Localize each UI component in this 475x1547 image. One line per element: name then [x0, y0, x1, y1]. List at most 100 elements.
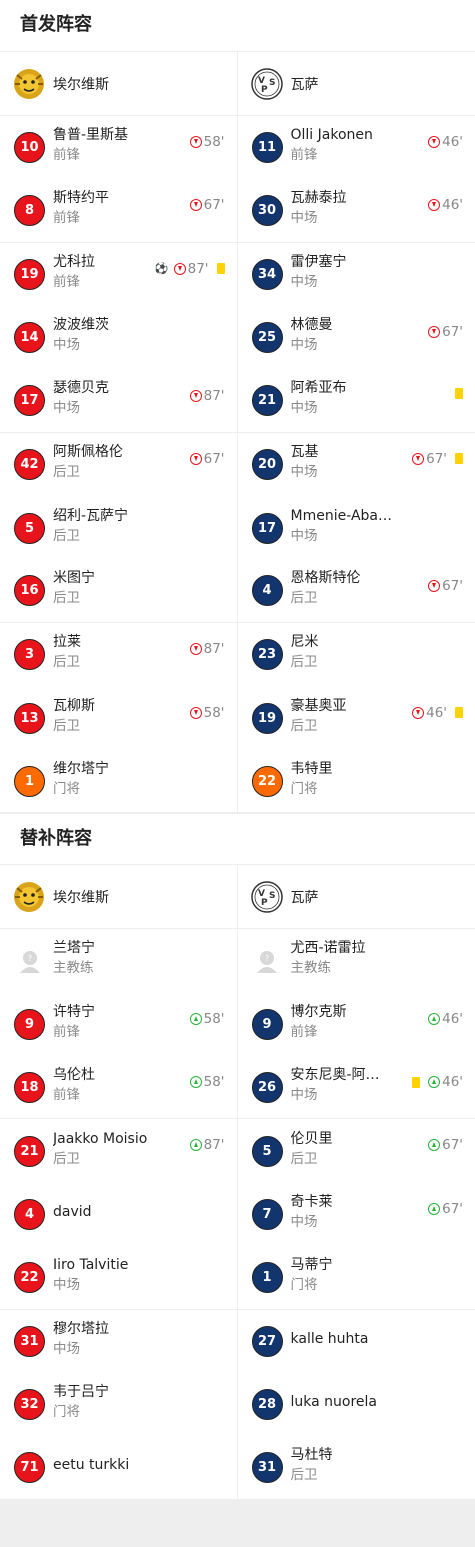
player-events: 87' — [189, 388, 225, 404]
player-row[interactable]: 8 斯特约平 前锋 67' — [0, 179, 237, 243]
coach-row[interactable]: ? 尤西-诺雷拉 主教练 — [238, 929, 475, 992]
sub-out-icon — [428, 326, 441, 339]
player-name: 博尔克斯 — [290, 1003, 347, 1020]
sub-out-minute: 67' — [203, 450, 225, 467]
player-row[interactable]: 18 乌伦杜 前锋 58' — [0, 1056, 237, 1120]
svg-text:?: ? — [27, 954, 31, 963]
player-row[interactable]: 42 阿斯佩格伦 后卫 67' — [0, 433, 237, 496]
player-position: 门将 — [53, 1404, 80, 1421]
player-row[interactable]: 4 david — [0, 1183, 237, 1246]
starting-rows: 10 鲁普-里斯基 前锋 58' 8 斯特约平 前锋 67' 19 尤科拉 前锋 ⚽ 87' 14 波波维茨… — [0, 116, 475, 814]
player-row[interactable]: 20 瓦基 中场 67' — [238, 433, 475, 496]
player-row[interactable]: 13 瓦柳斯 后卫 58' — [0, 687, 237, 750]
yellow-card-icon — [216, 263, 225, 275]
player-info: 马蒂宁 门将 — [291, 1256, 464, 1295]
player-events: 67' — [428, 1201, 463, 1217]
player-position: 中场 — [53, 1276, 80, 1293]
player-row[interactable]: 19 豪基奥亚 后卫 46' — [238, 687, 475, 750]
player-row[interactable]: 9 博尔克斯 前锋 46' — [238, 993, 475, 1056]
player-name: 韦于吕宁 — [53, 1384, 109, 1401]
home-team-header-subs[interactable]: 埃尔维斯 — [0, 865, 238, 929]
player-info: 马杜特 后卫 — [291, 1446, 464, 1485]
jersey-number: 71 — [14, 1452, 45, 1484]
player-row[interactable]: 34 雷伊塞宁 中场 — [238, 243, 475, 306]
svg-text:P: P — [261, 898, 268, 908]
player-row[interactable]: 25 林德曼 中场 67' — [238, 306, 475, 369]
player-row[interactable]: 3 拉莱 后卫 87' — [0, 623, 237, 686]
player-row[interactable]: 30 瓦赫泰拉 中场 46' — [237, 179, 475, 243]
person-placeholder-icon: ? — [14, 945, 45, 976]
player-name: 阿斯佩格伦 — [53, 444, 123, 461]
jersey-number: 19 — [251, 702, 283, 734]
player-info: 雷伊塞宁 中场 — [291, 253, 464, 292]
player-row[interactable]: 5 伦贝里 后卫 67' — [238, 1119, 475, 1182]
player-info: 米图宁 后卫 — [53, 569, 225, 608]
player-row[interactable]: 4 恩格斯特伦 后卫 67' — [237, 560, 475, 624]
player-row[interactable]: 22 韦特里 门将 — [237, 750, 475, 814]
away-team-header[interactable]: V P S 瓦萨 — [238, 52, 475, 115]
player-row[interactable]: 71 eetu turkki — [0, 1436, 237, 1500]
jersey-number: 1 — [14, 765, 45, 797]
jersey-number: 17 — [251, 512, 283, 544]
player-row[interactable]: 21 Jaakko Moisio 后卫 87' — [0, 1119, 237, 1182]
jersey-number: 22 — [14, 1261, 45, 1293]
jersey-number: 16 — [14, 575, 45, 607]
sub-out-icon — [189, 706, 202, 719]
svg-text:S: S — [269, 78, 275, 88]
sub-in-minute: 46' — [442, 1010, 463, 1027]
jersey-number: 19 — [14, 258, 45, 290]
player-row[interactable]: 7 奇卡莱 中场 67' — [238, 1183, 475, 1246]
home-team-header[interactable]: 埃尔维斯 — [0, 52, 238, 115]
player-info: 维尔塔宁 门将 — [53, 760, 225, 799]
sub-out-minute: 58' — [203, 704, 225, 721]
subs-rows: ? 兰塔宁 主教练 9 许特宁 前锋 58' 18 乌伦杜 前锋 58' 21 Jaakko Moisi… — [0, 929, 475, 1500]
sub-in-icon — [428, 1202, 441, 1215]
player-position: 后卫 — [290, 1467, 318, 1484]
player-name: 伦贝里 — [290, 1130, 333, 1147]
player-row[interactable]: 16 米图宁 后卫 — [0, 560, 237, 624]
player-name: Mmenie-Aba… — [290, 507, 393, 524]
sub-out-minute: 46' — [442, 197, 463, 214]
player-row[interactable]: 9 许特宁 前锋 58' — [0, 993, 237, 1056]
player-row[interactable]: 21 阿希亚布 中场 — [237, 370, 475, 433]
player-row[interactable]: 10 鲁普-里斯基 前锋 58' — [0, 116, 237, 179]
player-row[interactable]: 1 马蒂宁 门将 — [237, 1246, 475, 1310]
player-name: 斯特约平 — [53, 190, 109, 207]
player-name: 马蒂宁 — [290, 1256, 333, 1273]
player-row[interactable]: 17 瑟德贝克 中场 87' — [0, 370, 237, 433]
player-events: 46' — [412, 1074, 463, 1090]
player-name: 马杜特 — [290, 1447, 333, 1464]
player-events — [449, 387, 463, 399]
sub-out-minute: 67' — [203, 197, 225, 214]
player-row[interactable]: 23 尼米 后卫 — [238, 623, 475, 686]
player-position: 门将 — [290, 780, 318, 797]
player-position: 后卫 — [53, 590, 80, 607]
away-team-name-subs: 瓦萨 — [290, 889, 319, 906]
player-name: 穆尔塔拉 — [53, 1320, 109, 1337]
player-row[interactable]: 1 维尔塔宁 门将 — [0, 750, 237, 814]
player-row[interactable]: 28 luka nuorela — [238, 1373, 475, 1436]
player-events: 87' — [189, 1137, 225, 1153]
player-events: 46' — [428, 1011, 463, 1027]
player-row[interactable]: 19 尤科拉 前锋 ⚽ 87' — [0, 243, 237, 306]
player-row[interactable]: 27 kalle huhta — [238, 1310, 475, 1373]
player-events: 67' — [428, 1137, 463, 1153]
player-row[interactable]: 32 韦于吕宁 门将 — [0, 1373, 237, 1436]
player-row[interactable]: 11 Olli Jakonen 前锋 46' — [238, 116, 475, 179]
coach-info: 兰塔宁 主教练 — [53, 939, 225, 978]
player-name: kalle huhta — [290, 1330, 369, 1347]
jersey-number: 25 — [251, 322, 283, 354]
player-row[interactable]: 22 Iiro Talvitie 中场 — [0, 1246, 237, 1310]
player-events: 58' — [189, 1011, 225, 1027]
player-row[interactable]: 31 马杜特 后卫 — [237, 1436, 475, 1500]
player-row[interactable]: 14 波波维茨 中场 — [0, 306, 237, 369]
player-row[interactable]: 5 绍利-瓦萨宁 后卫 — [0, 496, 237, 559]
subs-teams-header: 埃尔维斯 V P S 瓦萨 — [0, 865, 475, 930]
player-name: 波波维茨 — [53, 317, 109, 334]
coach-row[interactable]: ? 兰塔宁 主教练 — [0, 929, 237, 992]
yellow-card-icon — [455, 387, 463, 399]
player-row[interactable]: 31 穆尔塔拉 中场 — [0, 1310, 237, 1373]
player-row[interactable]: 26 安东尼奥-阿… 中场 46' — [237, 1056, 475, 1120]
player-row[interactable]: 17 Mmenie-Aba… 中场 — [238, 496, 475, 559]
away-team-header-subs[interactable]: V P S 瓦萨 — [238, 865, 475, 928]
